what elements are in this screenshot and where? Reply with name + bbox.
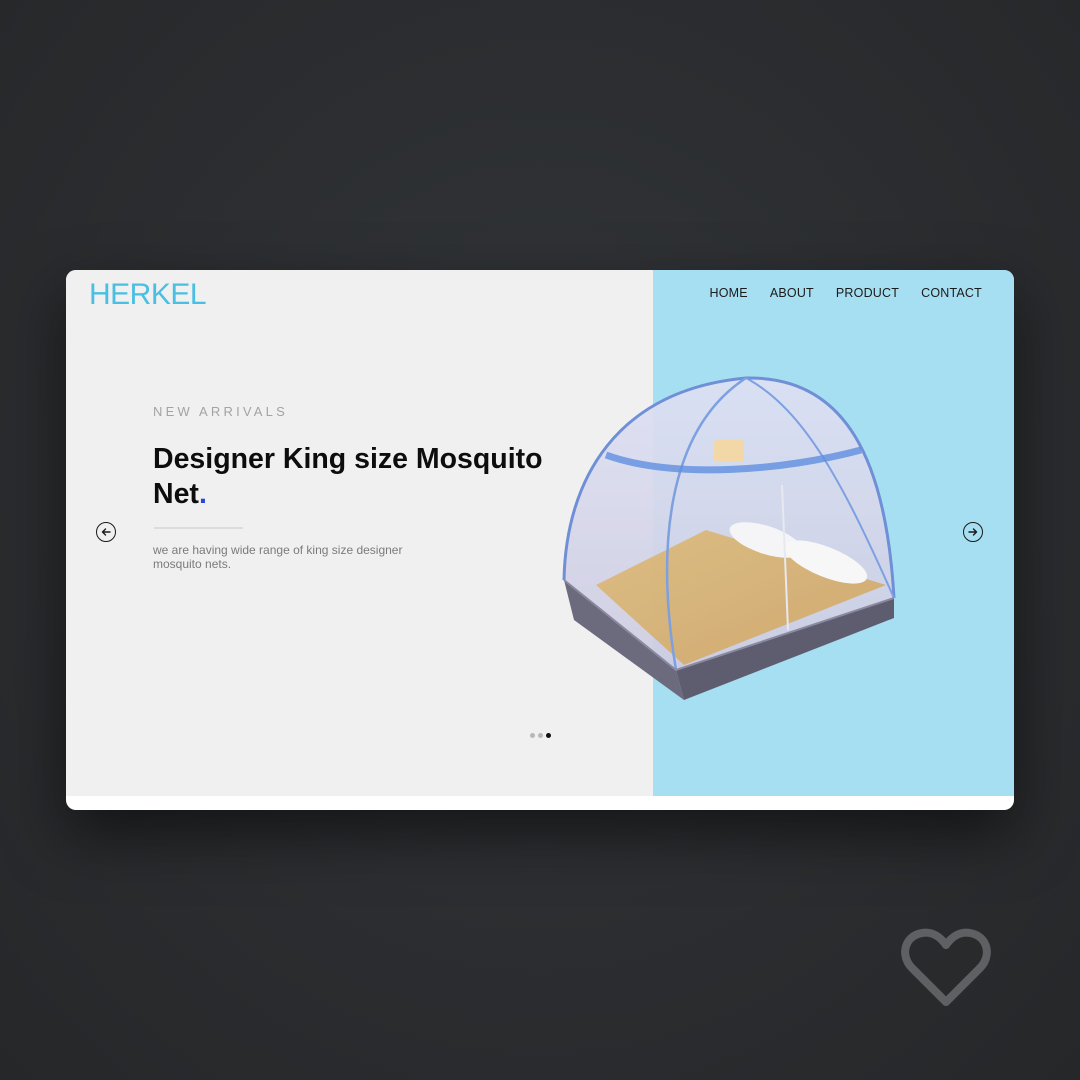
hero-headline-text: Designer King size Mosquito Net: [153, 443, 543, 510]
carousel-dot-active[interactable]: [546, 733, 551, 738]
arrow-right-circle-icon: [968, 528, 978, 536]
carousel-next-button[interactable]: [963, 522, 983, 542]
nav-item-contact[interactable]: CONTACT: [921, 286, 982, 300]
hero-divider: [154, 527, 243, 529]
main-nav: HOME ABOUT PRODUCT CONTACT: [710, 286, 982, 300]
mosquito-net-tent-image: [562, 376, 896, 700]
carousel-prev-button[interactable]: [96, 522, 116, 542]
hero-card: HERKEL HOME ABOUT PRODUCT CONTACT NEW AR…: [66, 270, 1014, 810]
nav-item-home[interactable]: HOME: [710, 286, 748, 300]
hero-description: we are having wide range of king size de…: [153, 543, 403, 571]
brand-logo[interactable]: HERKEL: [89, 277, 207, 313]
hero-headline: Designer King size Mosquito Net.: [153, 442, 573, 512]
arrow-left-circle-icon: [101, 528, 111, 536]
carousel-dot[interactable]: [530, 733, 535, 738]
hero-headline-dot: .: [198, 478, 207, 510]
heart-outline-icon[interactable]: [900, 926, 992, 1008]
carousel-indicators: [530, 733, 551, 738]
nav-item-product[interactable]: PRODUCT: [836, 286, 899, 300]
carousel-dot[interactable]: [538, 733, 543, 738]
nav-item-about[interactable]: ABOUT: [770, 286, 814, 300]
hero-eyebrow: NEW ARRIVALS: [153, 404, 288, 419]
